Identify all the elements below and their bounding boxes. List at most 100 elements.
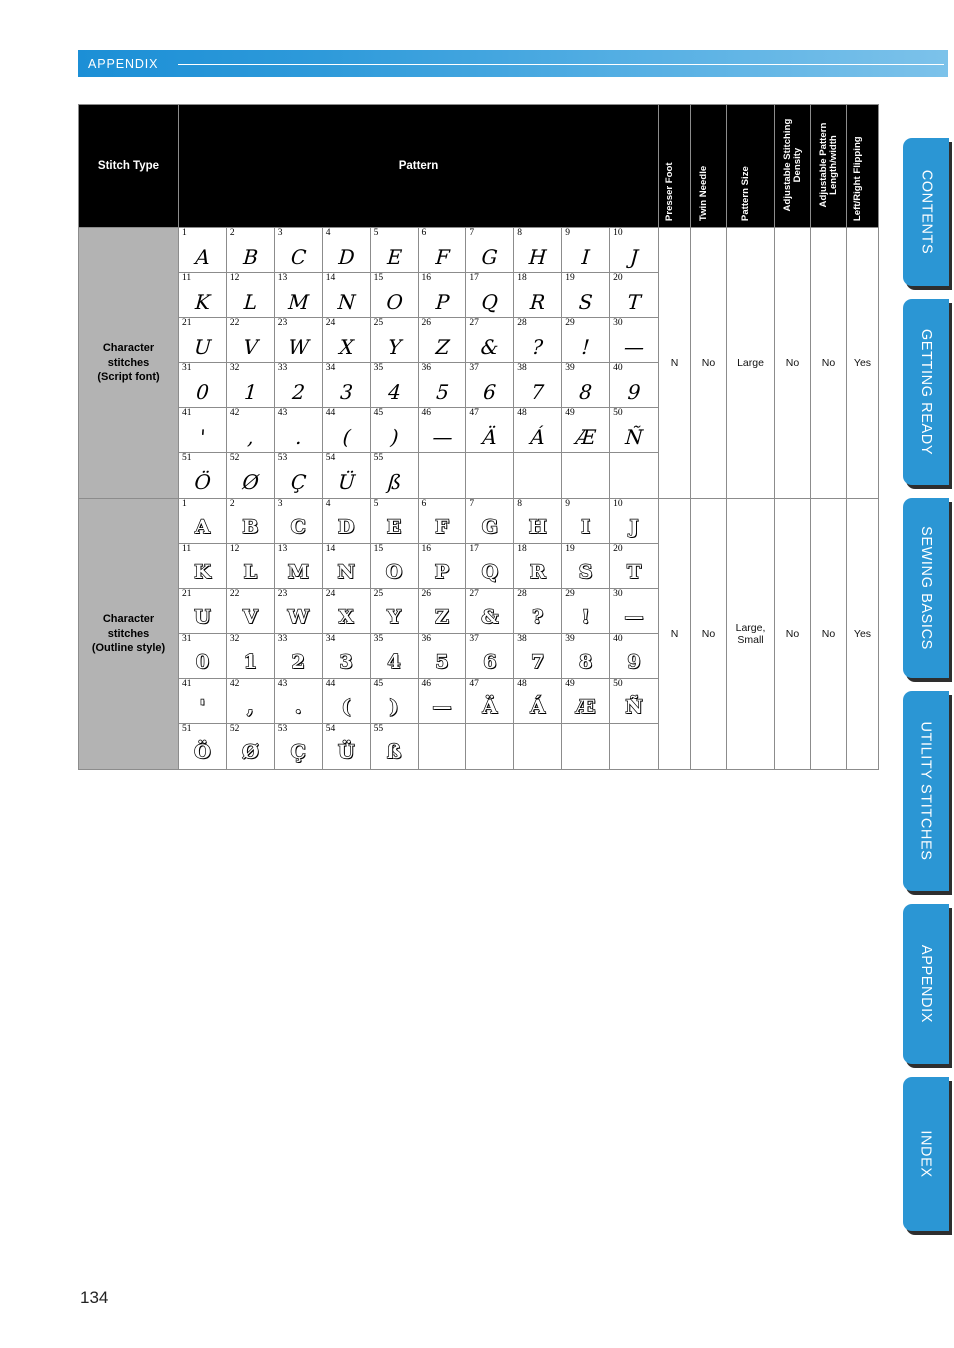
pattern-cell: 11 K — [179, 544, 227, 589]
pattern-number: 33 — [277, 363, 288, 373]
pattern-number: 28 — [517, 318, 527, 328]
side-tab-sewing-basics[interactable]: SEWING BASICS — [903, 498, 949, 678]
header-adjustable-stitching-density: Adjustable Stitching Density — [774, 104, 811, 228]
pattern-glyph: Ñ — [624, 424, 644, 449]
pattern-glyph: Ü — [337, 741, 355, 763]
pattern-cell: 14 N — [322, 273, 371, 318]
pattern-cell: 4D — [322, 228, 371, 273]
pattern-glyph: 3 — [339, 651, 354, 673]
pattern-number: 17 — [469, 544, 479, 554]
pattern-cell — [418, 724, 467, 769]
pattern-cell: 10 J — [610, 499, 658, 544]
pattern-number: 50 — [613, 679, 623, 689]
table-header-row: Stitch Type Pattern Presser Foot Twin Ne… — [78, 104, 879, 228]
pattern-glyph: Ü — [337, 469, 356, 494]
pattern-glyph — [513, 466, 562, 497]
value-adjustable-stitching-density: No — [774, 227, 811, 499]
pattern-cell: 49 Æ — [562, 408, 611, 453]
pattern-cell: 46 — — [418, 408, 467, 453]
pattern-glyph: Ñ — [625, 696, 644, 718]
pattern-number: 33 — [277, 634, 288, 644]
pattern-glyph — [562, 737, 609, 768]
pattern-glyph: U — [193, 606, 211, 628]
pattern-number: 39 — [565, 363, 575, 373]
pattern-cell: 18 R — [514, 544, 563, 589]
value-twin-needle: No — [690, 498, 727, 770]
pattern-glyph — [466, 737, 513, 768]
pattern-grid: 1 A 2 B 3 C 4 D 5 E 6 F 7 G 8 H 9 I 10 J 11 K 12 L 13 M 14 N 15 O 16 P 1… — [179, 499, 658, 769]
pattern-glyph: P — [434, 561, 450, 583]
pattern-number: 11 — [182, 544, 192, 554]
pattern-number: 16 — [421, 273, 432, 283]
pattern-cell — [466, 724, 515, 769]
pattern-cell: 32 1 — [226, 634, 275, 679]
pattern-number: 24 — [325, 318, 336, 328]
pattern-cell: 3C — [274, 499, 323, 544]
pattern-glyph: E — [386, 244, 402, 269]
pattern-glyph: I — [580, 516, 591, 538]
pattern-glyph — [610, 737, 658, 768]
pattern-glyph: G — [481, 516, 499, 538]
pattern-glyph: W — [287, 606, 310, 628]
pattern-cell: 44 ( — [322, 408, 371, 453]
pattern-glyph: — — [624, 606, 644, 628]
side-tab-appendix[interactable]: APPENDIX — [903, 904, 949, 1064]
pattern-cell: 16 P — [418, 544, 467, 589]
header-adjustable-pattern-length-width-label: Adjustable Pattern Length/width — [817, 122, 839, 208]
pattern-number: 45 — [373, 679, 384, 689]
pattern-number: 42 — [229, 679, 240, 689]
pattern-glyph: Ø — [241, 469, 260, 494]
pattern-glyph: R — [529, 561, 546, 583]
side-tab-utility-stitches[interactable]: UTILITY STITCHES — [903, 691, 949, 891]
pattern-cell: 2B — [226, 228, 275, 273]
pattern-glyph: ! — [581, 606, 591, 628]
pattern-number: 55 — [373, 724, 384, 734]
side-tab-index[interactable]: INDEX — [903, 1077, 949, 1231]
pattern-glyph: Ö — [193, 469, 212, 494]
pattern-glyph: ) — [389, 424, 399, 449]
pattern-cell — [610, 724, 658, 769]
pattern-cell: 17 Q — [466, 273, 515, 318]
pattern-cell: 3C — [274, 228, 323, 273]
pattern-number: 30 — [613, 589, 623, 599]
pattern-cell: 40 9 — [610, 634, 658, 679]
value-presser-foot: N — [658, 227, 691, 499]
pattern-glyph: B — [242, 516, 259, 538]
pattern-number: 15 — [373, 273, 384, 283]
pattern-cell — [513, 453, 563, 498]
side-tab-contents[interactable]: CONTENTS — [903, 138, 949, 286]
header-twin-needle: Twin Needle — [690, 104, 727, 228]
table-row: Character stitches (Outline style) 1 A 2 B 3 C 4 D… — [78, 498, 879, 770]
pattern-glyph: O — [385, 561, 403, 583]
pattern-cell: 39 8 — [562, 363, 611, 408]
pattern-number: 47 — [469, 408, 479, 418]
header-pattern: Pattern — [178, 104, 659, 228]
pattern-glyph: M — [287, 289, 310, 314]
pattern-cell — [466, 453, 515, 498]
value-pattern-size: Large — [726, 227, 775, 499]
pattern-number: 54 — [325, 724, 336, 734]
pattern-glyph: Ä — [482, 696, 498, 718]
side-tab-getting-ready[interactable]: GETTING READY — [903, 299, 949, 485]
pattern-glyph: Æ — [575, 696, 596, 718]
pattern-glyph: ? — [531, 606, 544, 628]
pattern-cell: 21 U — [179, 589, 227, 634]
pattern-cell — [514, 724, 563, 769]
pattern-cell: 1A — [179, 499, 227, 544]
pattern-number: 13 — [277, 544, 288, 554]
pattern-cell: 32 1 — [226, 363, 275, 408]
value-adjustable-stitching-density: No — [774, 498, 811, 770]
pattern-glyph: 7 — [530, 379, 545, 404]
pattern-glyph: — — [432, 696, 452, 718]
pattern-glyph: V — [242, 606, 258, 628]
pattern-number: 21 — [182, 318, 192, 328]
pattern-glyph: 2 — [291, 651, 306, 673]
pattern-cell: 54 Ü — [322, 453, 371, 498]
pattern-glyph: ß — [386, 741, 402, 763]
pattern-cell: 13 M — [274, 544, 323, 589]
pattern-glyph: S — [578, 561, 593, 583]
pattern-glyph: & — [481, 606, 500, 628]
pattern-glyph: E — [386, 516, 402, 538]
pattern-glyph: 0 — [195, 379, 210, 404]
pattern-number: 38 — [517, 634, 527, 644]
